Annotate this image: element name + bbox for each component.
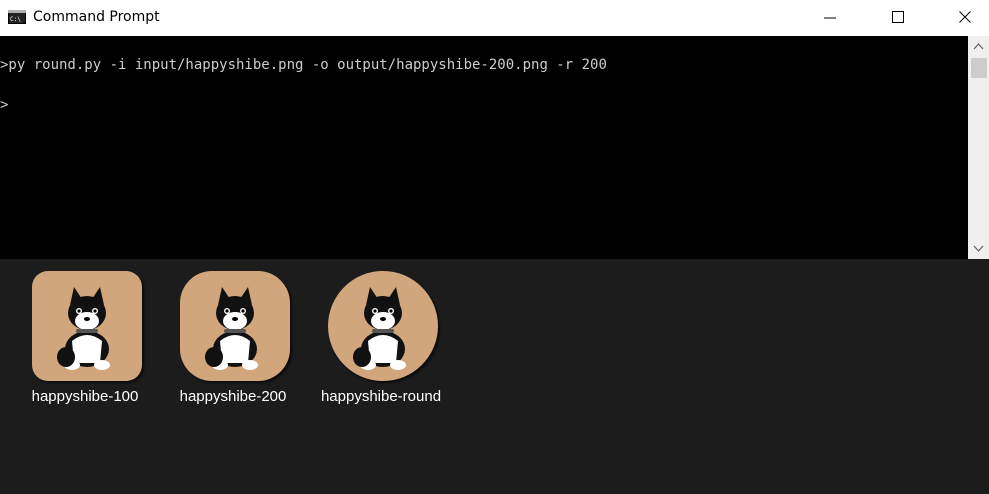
shiba-dog-image (57, 287, 110, 370)
vertical-scrollbar[interactable] (968, 36, 989, 259)
terminal-output[interactable]: >py round.py -i input/happyshibe.png -o … (0, 36, 968, 259)
chevron-up-icon (973, 43, 984, 50)
scroll-up-button[interactable] (968, 36, 989, 57)
shiba-dog-image (353, 287, 406, 370)
close-button[interactable] (943, 0, 989, 36)
file-name: happyshibe-100 (31, 388, 139, 405)
terminal-line: >py round.py -i input/happyshibe.png -o … (0, 57, 607, 73)
terminal-prompt: > (0, 97, 9, 113)
maximize-button[interactable] (876, 0, 922, 36)
file-thumbnail (180, 271, 290, 381)
title-bar: C:\ Command Prompt (0, 0, 989, 36)
file-thumbnail (32, 271, 142, 381)
window-title: Command Prompt (33, 9, 160, 25)
maximize-icon (892, 11, 904, 23)
file-explorer-pane: happyshibe-100 happyshibe-200 happyshibe… (0, 259, 989, 494)
file-name: happyshibe-round (320, 388, 442, 405)
scroll-down-button[interactable] (968, 238, 989, 259)
file-name: happyshibe-200 (179, 388, 287, 405)
close-icon (959, 11, 971, 23)
shiba-dog-image (205, 287, 258, 370)
minimize-icon (824, 17, 836, 19)
scroll-thumb[interactable] (971, 58, 987, 78)
svg-text:C:\: C:\ (10, 16, 21, 23)
chevron-down-icon (973, 245, 984, 252)
cmd-icon: C:\ (8, 10, 26, 24)
file-thumbnail (328, 271, 438, 381)
minimize-button[interactable] (808, 0, 854, 36)
